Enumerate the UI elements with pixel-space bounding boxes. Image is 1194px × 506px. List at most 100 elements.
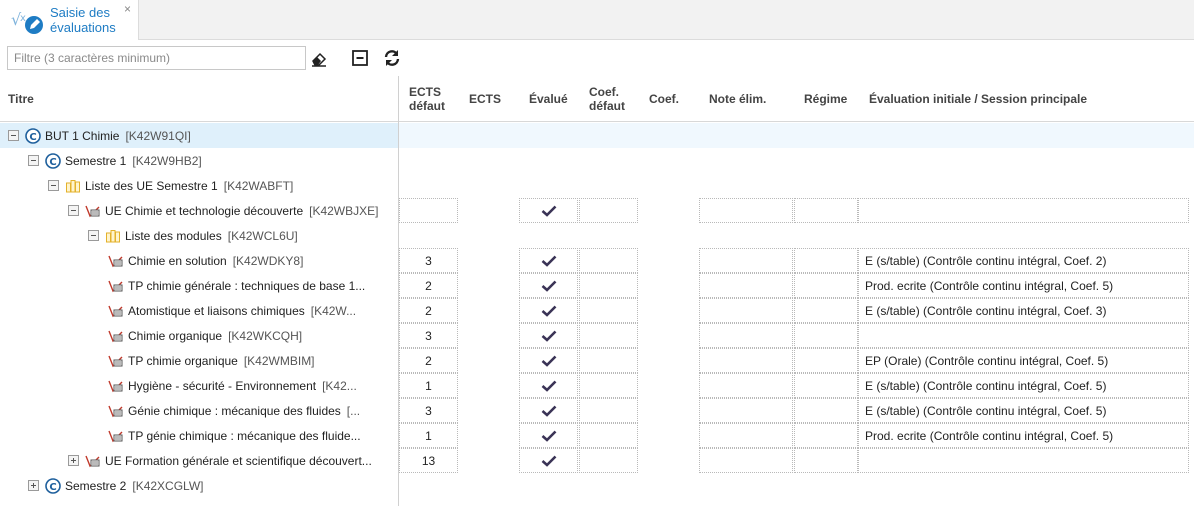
regime-cell[interactable] — [794, 373, 858, 398]
regime-cell[interactable] — [794, 448, 858, 473]
collapse-icon[interactable] — [48, 180, 59, 191]
close-icon[interactable]: × — [124, 2, 131, 16]
column-header-coef-defaut[interactable]: Coef. défaut — [589, 76, 625, 122]
ects-defaut-cell[interactable] — [399, 198, 458, 223]
node-label[interactable]: Hygiène - sécurité - Environnement [K42..… — [128, 379, 357, 393]
collapse-icon[interactable] — [28, 155, 39, 166]
evalue-cell[interactable] — [519, 348, 578, 373]
node-label[interactable]: Liste des UE Semestre 1 [K42WABFT] — [85, 179, 293, 193]
regime-cell[interactable] — [794, 423, 858, 448]
node-label[interactable]: TP génie chimique : mécanique des fluide… — [128, 429, 361, 443]
coef-defaut-cell[interactable] — [579, 323, 638, 348]
tree-row[interactable]: Liste des UE Semestre 1 [K42WABFT] — [0, 173, 1194, 198]
column-header-titre[interactable]: Titre — [8, 76, 34, 122]
note-elim-cell[interactable] — [699, 348, 793, 373]
evalue-cell[interactable] — [519, 323, 578, 348]
evaluation-cell[interactable]: E (s/table) (Contrôle continu intégral, … — [858, 298, 1189, 323]
node-label[interactable]: BUT 1 Chimie [K42W91QI] — [45, 129, 191, 143]
ects-defaut-cell[interactable]: 13 — [399, 448, 458, 473]
evaluation-cell[interactable] — [858, 323, 1189, 348]
regime-cell[interactable] — [794, 248, 858, 273]
node-label[interactable]: Semestre 1 [K42W9HB2] — [65, 154, 202, 168]
ects-defaut-cell[interactable]: 1 — [399, 423, 458, 448]
ects-defaut-cell[interactable]: 3 — [399, 398, 458, 423]
note-elim-cell[interactable] — [699, 198, 793, 223]
evaluation-cell[interactable]: E (s/table) (Contrôle continu intégral, … — [858, 373, 1189, 398]
column-header-evalue[interactable]: Évalué — [529, 76, 568, 122]
tree-row[interactable]: Génie chimique : mécanique des fluides [.… — [0, 398, 1194, 423]
evalue-cell[interactable] — [519, 398, 578, 423]
note-elim-cell[interactable] — [699, 273, 793, 298]
node-label[interactable]: UE Formation générale et scientifique dé… — [105, 454, 372, 468]
tree-row[interactable]: Atomistique et liaisons chimiques [K42W..… — [0, 298, 1194, 323]
evaluation-cell[interactable]: Prod. ecrite (Contrôle continu intégral,… — [858, 423, 1189, 448]
tree-row[interactable]: C BUT 1 Chimie [K42W91QI] — [0, 123, 1194, 148]
node-label[interactable]: Semestre 2 [K42XCGLW] — [65, 479, 204, 493]
node-label[interactable]: TP chimie générale : techniques de base … — [128, 279, 365, 293]
regime-cell[interactable] — [794, 398, 858, 423]
evaluation-cell[interactable] — [858, 198, 1189, 223]
note-elim-cell[interactable] — [699, 248, 793, 273]
coef-defaut-cell[interactable] — [579, 448, 638, 473]
evaluation-cell[interactable]: Prod. ecrite (Contrôle continu intégral,… — [858, 273, 1189, 298]
evaluation-cell[interactable]: E (s/table) (Contrôle continu intégral, … — [858, 248, 1189, 273]
tree-row[interactable]: UE Chimie et technologie découverte [K42W… — [0, 198, 1194, 223]
coef-defaut-cell[interactable] — [579, 373, 638, 398]
pane-divider[interactable] — [398, 76, 399, 506]
coef-defaut-cell[interactable] — [579, 348, 638, 373]
expand-icon[interactable] — [68, 455, 79, 466]
tree-row[interactable]: C Semestre 2 [K42XCGLW] — [0, 473, 1194, 498]
tree-row[interactable]: Chimie organique [K42WKCQH] 3 — [0, 323, 1194, 348]
tree-row[interactable]: Chimie en solution [K42WDKY8] 3 E (s/table)… — [0, 248, 1194, 273]
collapse-all-icon[interactable] — [350, 48, 370, 68]
evalue-cell[interactable] — [519, 298, 578, 323]
note-elim-cell[interactable] — [699, 298, 793, 323]
collapse-icon[interactable] — [88, 230, 99, 241]
regime-cell[interactable] — [794, 198, 858, 223]
node-label[interactable]: Chimie en solution [K42WDKY8] — [128, 254, 303, 268]
tree-row[interactable]: TP chimie générale : techniques de base … — [0, 273, 1194, 298]
note-elim-cell[interactable] — [699, 398, 793, 423]
regime-cell[interactable] — [794, 348, 858, 373]
note-elim-cell[interactable] — [699, 373, 793, 398]
coef-defaut-cell[interactable] — [579, 198, 638, 223]
ects-defaut-cell[interactable]: 2 — [399, 273, 458, 298]
tree-row[interactable]: TP chimie organique [K42WMBIM] 2 EP (Orale)… — [0, 348, 1194, 373]
note-elim-cell[interactable] — [699, 323, 793, 348]
node-label[interactable]: TP chimie organique [K42WMBIM] — [128, 354, 315, 368]
regime-cell[interactable] — [794, 323, 858, 348]
node-label[interactable]: Atomistique et liaisons chimiques [K42W..… — [128, 304, 356, 318]
evaluation-cell[interactable]: E (s/table) (Contrôle continu intégral, … — [858, 398, 1189, 423]
ects-defaut-cell[interactable]: 3 — [399, 323, 458, 348]
regime-cell[interactable] — [794, 273, 858, 298]
column-header-note-elim[interactable]: Note élim. — [709, 76, 766, 122]
refresh-icon[interactable] — [382, 48, 402, 68]
tab-saisie-evaluations[interactable]: √ x Saisie des évaluations × — [0, 0, 139, 40]
evalue-cell[interactable] — [519, 423, 578, 448]
evalue-cell[interactable] — [519, 273, 578, 298]
column-header-ects[interactable]: ECTS — [469, 76, 501, 122]
filter-input[interactable] — [7, 46, 306, 70]
evalue-cell[interactable] — [519, 248, 578, 273]
expand-icon[interactable] — [28, 480, 39, 491]
node-label[interactable]: Chimie organique [K42WKCQH] — [128, 329, 302, 343]
collapse-icon[interactable] — [68, 205, 79, 216]
column-header-regime[interactable]: Régime — [804, 76, 847, 122]
collapse-icon[interactable] — [8, 130, 19, 141]
eraser-icon[interactable] — [309, 48, 329, 68]
evalue-cell[interactable] — [519, 198, 578, 223]
tree-row[interactable]: Hygiène - sécurité - Environnement [K42..… — [0, 373, 1194, 398]
column-header-coef[interactable]: Coef. — [649, 76, 679, 122]
evalue-cell[interactable] — [519, 448, 578, 473]
node-label[interactable]: Génie chimique : mécanique des fluides [.… — [128, 404, 360, 418]
coef-defaut-cell[interactable] — [579, 248, 638, 273]
node-label[interactable]: UE Chimie et technologie découverte [K42W… — [105, 204, 378, 218]
column-header-ects-defaut[interactable]: ECTS défaut — [409, 76, 445, 122]
column-header-evaluation[interactable]: Évaluation initiale / Session principale — [869, 76, 1087, 122]
tree-row[interactable]: C Semestre 1 [K42W9HB2] — [0, 148, 1194, 173]
ects-defaut-cell[interactable]: 1 — [399, 373, 458, 398]
tree-row[interactable]: TP génie chimique : mécanique des fluide… — [0, 423, 1194, 448]
note-elim-cell[interactable] — [699, 448, 793, 473]
coef-defaut-cell[interactable] — [579, 398, 638, 423]
tree-row[interactable]: Liste des modules [K42WCL6U] — [0, 223, 1194, 248]
